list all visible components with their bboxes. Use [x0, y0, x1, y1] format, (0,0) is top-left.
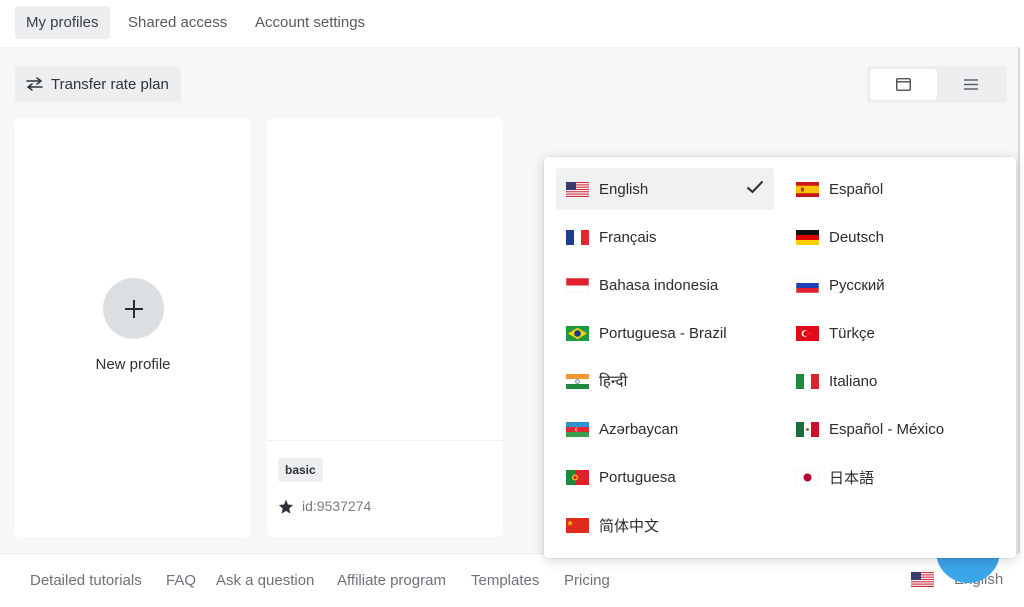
- language-label: Bahasa indonesia: [599, 276, 719, 294]
- footer: Detailed tutorials FAQ Ask a question Af…: [0, 553, 1020, 607]
- transfer-arrows-icon: [26, 77, 43, 91]
- footer-link-ask-question[interactable]: Ask a question: [216, 572, 314, 589]
- tr-flag-icon: [796, 325, 819, 341]
- language-option-chinese[interactable]: 简体中文: [556, 504, 774, 546]
- language-option-russian[interactable]: Русский: [786, 264, 1004, 306]
- br-flag-icon: [566, 325, 589, 341]
- az-flag-icon: [566, 421, 589, 437]
- us-flag-icon: [566, 181, 589, 197]
- language-option-bahasa-indonesia[interactable]: Bahasa indonesia: [556, 264, 774, 306]
- language-label: Deutsch: [829, 228, 885, 246]
- language-option-espanol[interactable]: Español: [786, 168, 1004, 210]
- profile-id-text: id:9537274: [302, 498, 372, 514]
- language-label: Español: [829, 180, 884, 198]
- profile-card[interactable]: basic id:9537274: [267, 118, 503, 537]
- window-icon: [896, 78, 911, 91]
- language-label: Türkçe: [829, 324, 875, 342]
- top-nav: My profiles Shared access Account settin…: [0, 0, 1020, 48]
- id-flag-icon: [566, 277, 589, 293]
- language-option-hindi[interactable]: हिन्दी: [556, 360, 774, 402]
- language-label: Русский: [829, 276, 885, 294]
- transfer-rate-plan-label: Transfer rate plan: [51, 75, 169, 93]
- language-option-francais[interactable]: Français: [556, 216, 774, 258]
- language-option-espanol-mexico[interactable]: Español - México: [786, 408, 1004, 450]
- language-option-turkce[interactable]: Türkçe: [786, 312, 1004, 354]
- list-icon: [963, 79, 978, 90]
- language-option-portuguesa[interactable]: Portuguesa: [556, 456, 774, 498]
- ru-flag-icon: [796, 277, 819, 293]
- grid-view-button[interactable]: [870, 69, 937, 100]
- es-flag-icon: [796, 181, 819, 197]
- tab-my-profiles[interactable]: My profiles: [15, 6, 110, 39]
- language-option-deutsch[interactable]: Deutsch: [786, 216, 1004, 258]
- new-profile-label: New profile: [95, 356, 171, 373]
- language-label: Español - México: [829, 420, 945, 438]
- footer-link-templates[interactable]: Templates: [471, 572, 539, 589]
- plus-icon: [124, 299, 143, 318]
- jp-flag-icon: [796, 469, 819, 485]
- language-label: हिन्दी: [599, 373, 628, 390]
- new-profile-card[interactable]: New profile: [15, 118, 251, 537]
- cn-flag-icon: [566, 517, 589, 533]
- language-label: Portuguesa - Brazil: [599, 324, 727, 342]
- add-profile-button[interactable]: [103, 278, 164, 339]
- language-label: Portuguesa: [599, 468, 676, 486]
- language-option-italiano[interactable]: Italiano: [786, 360, 1004, 402]
- pt-flag-icon: [566, 469, 589, 485]
- in-flag-icon: [566, 373, 589, 389]
- footer-link-tutorials[interactable]: Detailed tutorials: [30, 572, 142, 589]
- us-flag-icon: [911, 572, 934, 587]
- language-option-azerbaycan[interactable]: Azərbaycan: [556, 408, 774, 450]
- language-menu: English Français Bahasa indonesia Portug…: [544, 157, 1016, 558]
- footer-link-faq[interactable]: FAQ: [166, 572, 196, 589]
- plan-badge: basic: [278, 458, 323, 482]
- language-label: 简体中文: [599, 517, 660, 535]
- list-view-button[interactable]: [937, 69, 1004, 100]
- language-label: Azərbaycan: [599, 420, 679, 438]
- language-option-japanese[interactable]: 日本語: [786, 456, 1004, 498]
- card-divider: [267, 440, 503, 441]
- de-flag-icon: [796, 229, 819, 245]
- language-label: Français: [599, 228, 657, 246]
- footer-link-affiliate[interactable]: Affiliate program: [337, 572, 446, 589]
- footer-link-pricing[interactable]: Pricing: [564, 572, 610, 589]
- fr-flag-icon: [566, 229, 589, 245]
- app-frame: My profiles Shared access Account settin…: [0, 0, 1020, 607]
- star-icon[interactable]: [278, 499, 294, 514]
- language-option-portuguesa-brazil[interactable]: Portuguesa - Brazil: [556, 312, 774, 354]
- view-toggle: [867, 66, 1007, 103]
- language-label: Italiano: [829, 372, 878, 390]
- profile-id: id:9537274: [278, 498, 371, 514]
- language-label: 日本語: [829, 469, 875, 487]
- check-icon: [746, 180, 764, 194]
- mx-flag-icon: [796, 421, 819, 437]
- it-flag-icon: [796, 373, 819, 389]
- language-label: English: [599, 180, 649, 198]
- transfer-rate-plan-button[interactable]: Transfer rate plan: [15, 66, 181, 102]
- tab-shared-access[interactable]: Shared access: [117, 6, 238, 39]
- language-option-english[interactable]: English: [556, 168, 774, 210]
- tab-account-settings[interactable]: Account settings: [244, 6, 376, 39]
